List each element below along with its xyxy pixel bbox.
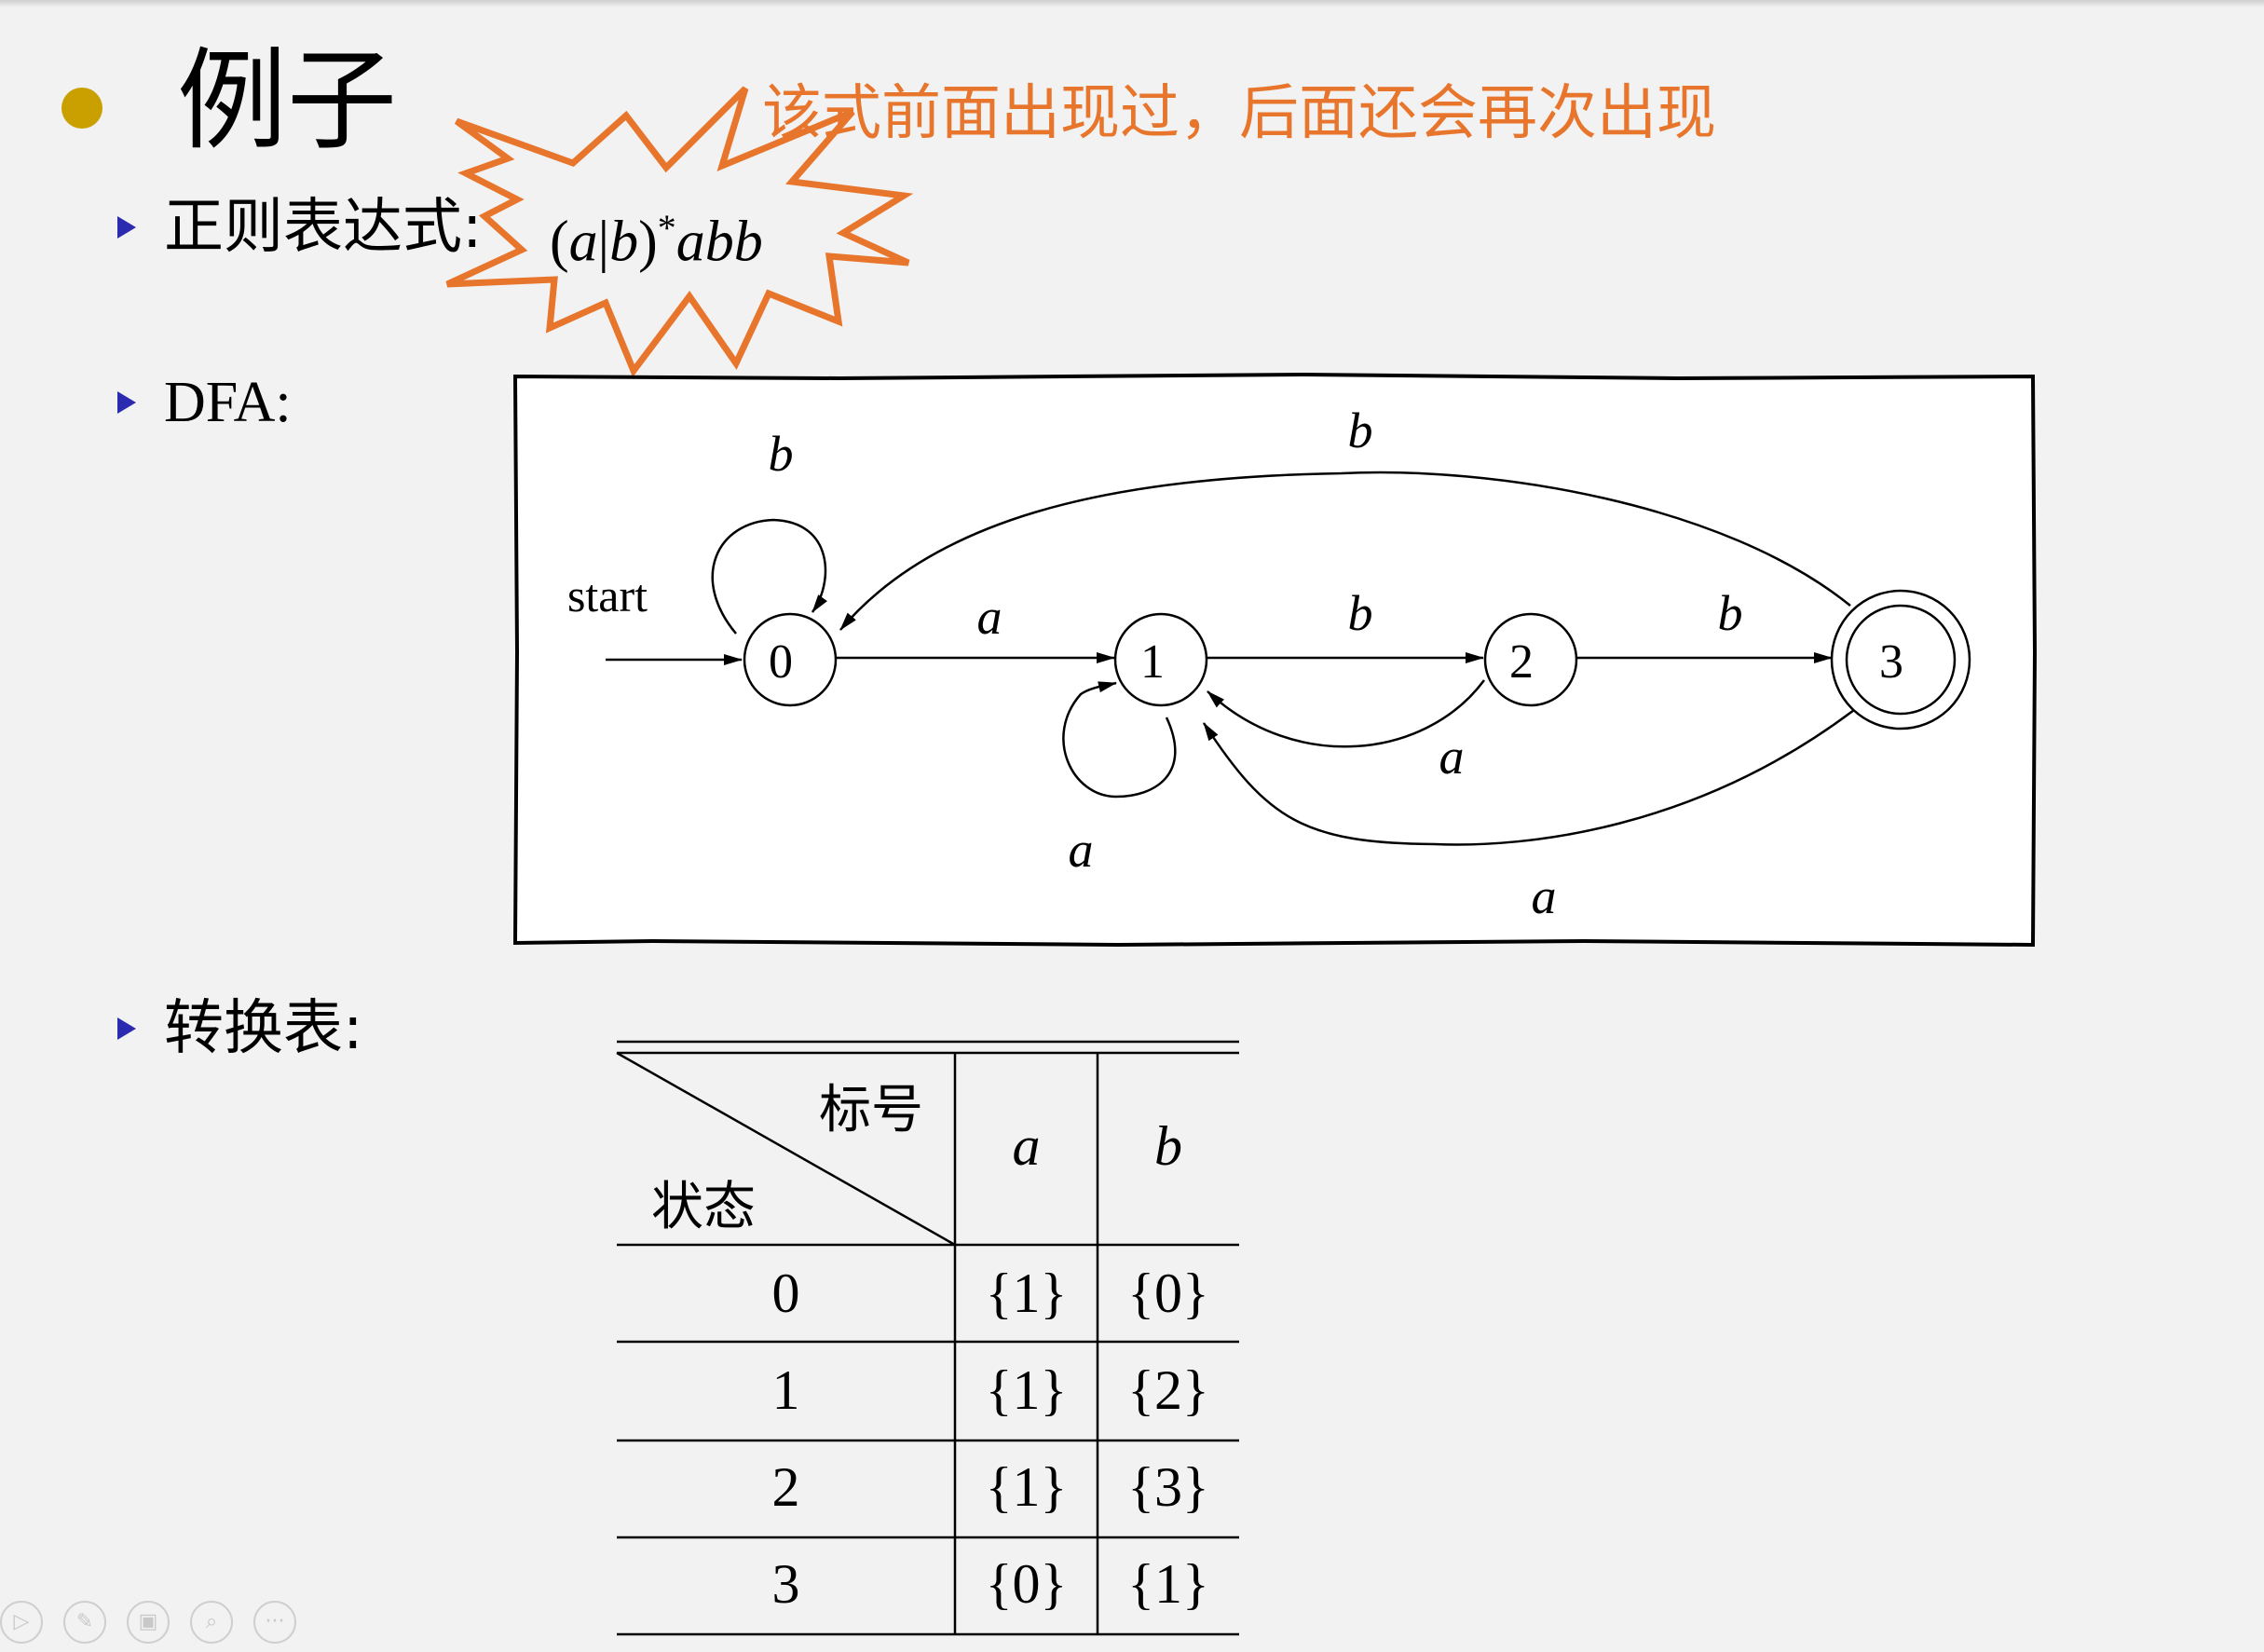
row-2-a: {1} [985, 1456, 1068, 1518]
regex-b: b [609, 210, 639, 274]
slides-icon[interactable]: ▣ [127, 1601, 170, 1644]
state-label-0: 0 [769, 635, 793, 689]
state-label-3: 3 [1879, 635, 1903, 689]
regex-a: a [568, 210, 598, 274]
start-label: start [567, 569, 648, 621]
zoom-icon[interactable]: ⌕ [190, 1601, 233, 1644]
header-top-label: 标号 [819, 1080, 923, 1140]
column-header-a: a [1012, 1115, 1041, 1177]
edge-label-e12: b [1348, 585, 1373, 641]
row-2-state: 2 [771, 1456, 800, 1518]
state-label-2: 2 [1509, 635, 1534, 689]
row-3-b: {1} [1127, 1553, 1209, 1615]
regex-tail: abb [675, 210, 763, 274]
triangle-bullet-icon [117, 216, 136, 239]
pen-icon[interactable]: ✎ [63, 1601, 106, 1644]
triangle-bullet-icon [117, 1017, 136, 1040]
row-3-state: 3 [771, 1553, 800, 1615]
play-icon[interactable]: ▷ [0, 1601, 43, 1644]
regex-close: ) [638, 210, 658, 274]
edge-label-loop0: b [769, 426, 794, 482]
row-1-b: {2} [1127, 1359, 1209, 1421]
edge-label-e23: b [1718, 585, 1743, 641]
table-label: 转换表: [164, 994, 363, 1063]
state-label-1: 1 [1140, 635, 1165, 689]
regex-expression: (a|b)*abb [550, 191, 763, 280]
row-3-a: {0} [985, 1553, 1068, 1615]
title-bullet [61, 88, 102, 129]
item-regex: 正则表达式: [117, 190, 483, 265]
item-transition-table: 转换表: [117, 991, 363, 1066]
edge-label-e01: a [977, 589, 1002, 645]
edge-label-e30: b [1348, 403, 1373, 458]
slide-title: 例子 [177, 36, 398, 165]
row-2-b: {3} [1127, 1456, 1209, 1518]
header-bottom-label: 状态 [651, 1177, 756, 1237]
top-edge [0, 0, 2264, 7]
presentation-controls: ▷ ✎ ▣ ⌕ ··· [0, 1601, 296, 1644]
triangle-bullet-icon [117, 391, 136, 414]
regex-star: * [657, 207, 676, 249]
column-header-b: b [1154, 1115, 1182, 1177]
row-1-a: {1} [985, 1359, 1068, 1421]
edge-label-e21: a [1439, 729, 1465, 785]
more-icon[interactable]: ··· [253, 1601, 296, 1644]
row-0-b: {0} [1127, 1263, 1209, 1324]
dfa-frame [512, 373, 2038, 948]
item-dfa: DFA: [117, 365, 292, 440]
dfa-label: DFA: [164, 371, 292, 434]
callout-text: 该式前面出现过，后面还会再次出现 [762, 79, 1716, 148]
row-1-state: 1 [771, 1359, 800, 1421]
row-0-a: {1} [985, 1263, 1068, 1324]
regex-open: ( [550, 210, 569, 274]
edge-label-e31: a [1532, 868, 1557, 924]
row-0-state: 0 [771, 1263, 800, 1324]
regex-bar: | [597, 210, 610, 274]
dfa-diagram: 0 1 2 3 start b b a b b a a a [512, 373, 2038, 948]
regex-label: 正则表达式: [164, 193, 483, 262]
edge-label-loop1: a [1069, 822, 1094, 878]
